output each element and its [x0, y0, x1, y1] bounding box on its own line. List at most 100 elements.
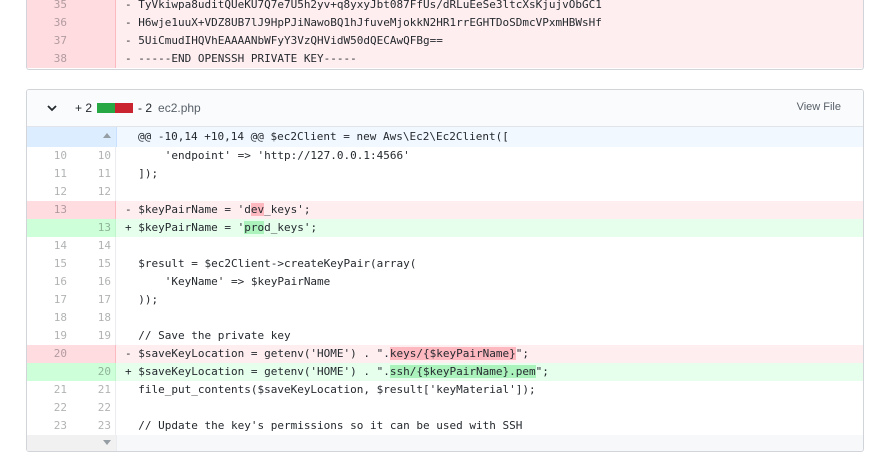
new-line-number[interactable] [71, 32, 116, 50]
code-line: // Update the key's permissions so it ca… [116, 417, 863, 435]
new-line-number[interactable]: 10 [71, 147, 116, 165]
code-text: 'endpoint' => 'http://127.0.0.1:4566' [138, 149, 410, 162]
old-line-number[interactable]: 21 [27, 381, 71, 399]
diff-sign [125, 149, 132, 162]
hunk-header: @@ -10,14 +10,14 @@ $ec2Client = new Aws… [138, 130, 509, 143]
code-line: - $keyPairName = 'dev_keys'; [116, 201, 863, 219]
old-line-number[interactable]: 10 [27, 147, 71, 165]
new-line-number[interactable]: 22 [71, 399, 116, 417]
code-line: - $saveKeyLocation = getenv('HOME') . ".… [116, 345, 863, 363]
diffstat-bar [97, 103, 134, 113]
old-line-number[interactable]: 20 [27, 345, 71, 363]
context-line: 15 15 $result = $ec2Client->createKeyPair… [27, 255, 863, 273]
old-line-number[interactable]: 11 [27, 165, 71, 183]
new-line-number[interactable]: 15 [71, 255, 116, 273]
diff-sign [125, 275, 132, 288]
expander-fill [117, 435, 863, 451]
code-text: 5UiCmudIHQVhEAAAANbWFyY3VzQHVidW50dQECAw… [138, 34, 443, 47]
code-text: H6wje1uuX+VDZ8UB7lJ9HpPJiNawoBQ1hJfuveMj… [138, 16, 602, 29]
code-line [116, 237, 863, 255]
code-line: $result = $ec2Client->createKeyPair(arra… [116, 255, 863, 273]
view-file-button[interactable]: View File [797, 101, 841, 113]
diff-sign [125, 293, 132, 306]
old-line-number[interactable]: 19 [27, 327, 71, 345]
context-line: 12 12 [27, 183, 863, 201]
new-line-number[interactable]: 18 [71, 309, 116, 327]
context-line: 17 17 )); [27, 291, 863, 309]
added-line: 13 + $keyPairName = 'prod_keys'; [27, 219, 863, 237]
code-line: + $keyPairName = 'prod_keys'; [116, 219, 863, 237]
old-line-number[interactable]: 38 [27, 50, 71, 68]
old-line-number[interactable] [27, 363, 71, 381]
old-line-number[interactable]: 17 [27, 291, 71, 309]
new-line-number[interactable]: 19 [71, 327, 116, 345]
diff-sign: - [125, 0, 132, 11]
code-line: - H6wje1uuX+VDZ8UB7lJ9HpPJiNawoBQ1hJfuve… [116, 14, 863, 32]
deleted-line: 38 - -----END OPENSSH PRIVATE KEY----- [27, 50, 863, 68]
diff-sign [125, 239, 132, 252]
expand-down-row [27, 435, 863, 451]
old-line-number[interactable]: 23 [27, 417, 71, 435]
new-line-number[interactable]: 17 [71, 291, 116, 309]
old-line-number[interactable] [27, 219, 71, 237]
old-line-number[interactable]: 37 [27, 32, 71, 50]
context-line: 22 22 [27, 399, 863, 417]
expand-down-button[interactable] [27, 435, 117, 451]
file-diff-ec2-php: + 2 - 2 ec2.php View File @@ -10,14 +10,… [26, 89, 864, 452]
new-line-number[interactable]: 21 [71, 381, 116, 399]
file-name[interactable]: ec2.php [158, 101, 201, 115]
new-line-number[interactable] [71, 0, 116, 14]
deleted-line: 13 - $keyPairName = 'dev_keys'; [27, 201, 863, 219]
context-line: 23 23 // Update the key's permissions so … [27, 417, 863, 435]
new-line-number[interactable]: 12 [71, 183, 116, 201]
old-line-number[interactable]: 35 [27, 0, 71, 14]
context-line: 10 10 'endpoint' => 'http://127.0.0.1:456… [27, 147, 863, 165]
deleted-line: 37 - 5UiCmudIHQVhEAAAANbWFyY3VzQHVidW50dQ… [27, 32, 863, 50]
new-line-number[interactable]: 20 [71, 363, 116, 381]
diffstat-block-del [115, 103, 125, 113]
diff-sign [125, 401, 132, 414]
old-line-number[interactable]: 18 [27, 309, 71, 327]
old-line-number[interactable]: 16 [27, 273, 71, 291]
code-line: 'endpoint' => 'http://127.0.0.1:4566' [116, 147, 863, 165]
context-line: 11 11 ]); [27, 165, 863, 183]
chevron-down-icon [47, 104, 57, 111]
old-line-number[interactable]: 13 [27, 201, 71, 219]
new-line-number[interactable] [71, 345, 116, 363]
code-text: // Save the private key [138, 329, 291, 342]
changed-text-highlight: ssh/{$keyPairName}.pem [389, 365, 536, 378]
code-line: // Save the private key [116, 327, 863, 345]
code-line [116, 399, 863, 417]
code-text: -----END OPENSSH PRIVATE KEY----- [138, 52, 357, 65]
deleted-line: 36 - H6wje1uuX+VDZ8UB7lJ9HpPJiNawoBQ1hJfu… [27, 14, 863, 32]
context-line: 19 19 // Save the private key [27, 327, 863, 345]
collapse-toggle[interactable] [44, 104, 60, 112]
new-line-number[interactable] [71, 201, 116, 219]
changed-text-highlight: ev [250, 203, 265, 216]
diff-sign [125, 185, 132, 198]
code-text: )); [138, 293, 159, 306]
code-text: $saveKeyLocation = getenv('HOME') . ". [138, 347, 390, 360]
new-line-number[interactable]: 16 [71, 273, 116, 291]
new-line-number[interactable]: 11 [71, 165, 116, 183]
file-header: + 2 - 2 ec2.php View File [27, 90, 863, 127]
new-line-number[interactable]: 13 [71, 219, 116, 237]
code-text: TyVkiwpa8uditQUeKU7Q7e7U5h2yv+q8yxyJbt08… [138, 0, 602, 11]
old-line-number[interactable]: 15 [27, 255, 71, 273]
diffstat-block-add [97, 103, 107, 113]
new-line-number[interactable] [71, 50, 116, 68]
new-line-number[interactable]: 14 [71, 237, 116, 255]
code-text: file_put_contents($saveKeyLocation, $res… [138, 383, 536, 396]
code-line [116, 183, 863, 201]
new-line-number[interactable]: 23 [71, 417, 116, 435]
code-text: d_keys'; [264, 221, 318, 234]
old-line-number[interactable]: 22 [27, 399, 71, 417]
code-line: + $saveKeyLocation = getenv('HOME') . ".… [116, 363, 863, 381]
old-line-number[interactable]: 12 [27, 183, 71, 201]
old-line-number[interactable]: 36 [27, 14, 71, 32]
new-line-number[interactable] [71, 14, 116, 32]
expand-up-button[interactable] [27, 127, 117, 147]
old-line-number[interactable]: 14 [27, 237, 71, 255]
context-line: 21 21 file_put_contents($saveKeyLocation,… [27, 381, 863, 399]
changed-text-highlight: keys/{$keyPairName} [389, 347, 516, 360]
